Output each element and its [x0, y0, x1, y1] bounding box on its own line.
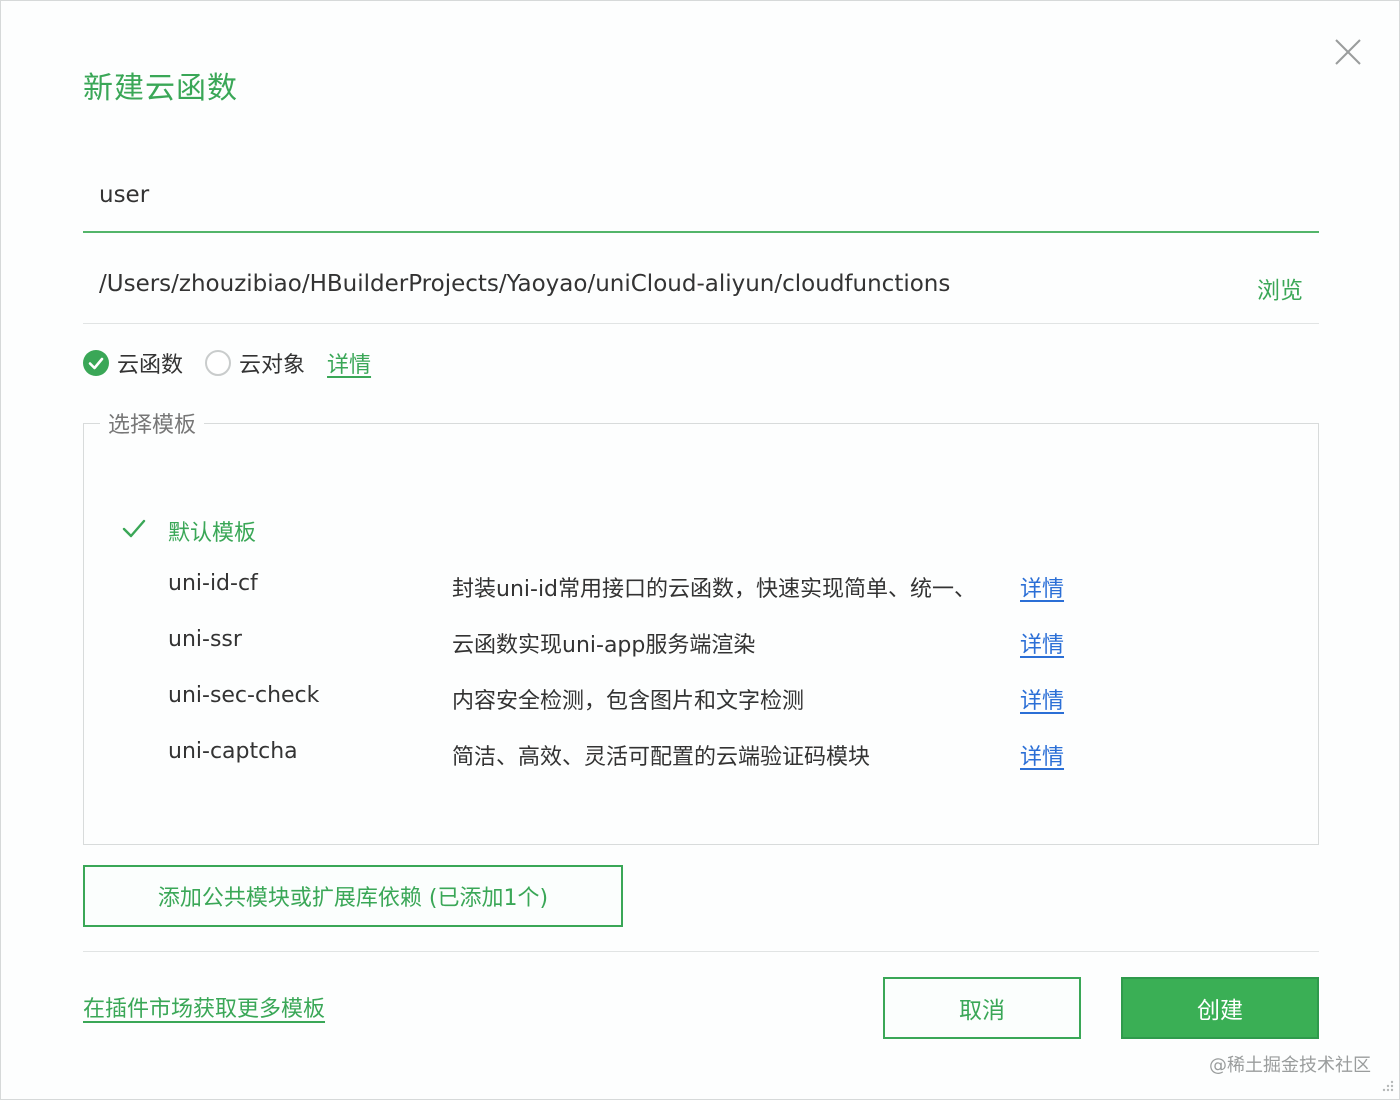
- template-name: uni-id-cf: [168, 571, 258, 596]
- radio-label: 云对象: [239, 353, 306, 378]
- create-button[interactable]: 创建: [1121, 977, 1319, 1039]
- cancel-button[interactable]: 取消: [883, 977, 1081, 1039]
- checkmark-icon: [120, 515, 148, 543]
- function-name-input[interactable]: [99, 177, 1299, 213]
- radio-empty-icon: [205, 350, 232, 376]
- template-group: 选择模板 默认模板 uni-id-cf 封装uni-id常用接口的云函数，快速实…: [83, 407, 1319, 845]
- path-text: /Users/zhouzibiao/HBuilderProjects/Yaoya…: [99, 271, 951, 297]
- template-name: 默认模板: [168, 521, 257, 546]
- template-row-uni-id-cf[interactable]: uni-id-cf 封装uni-id常用接口的云函数，快速实现简单、统一、 详情: [84, 563, 1320, 611]
- check-circle-icon: [83, 350, 109, 376]
- add-dependency-button[interactable]: 添加公共模块或扩展库依赖 (已添加1个): [83, 865, 623, 927]
- template-row-uni-ssr[interactable]: uni-ssr 云函数实现uni-app服务端渲染 详情: [84, 619, 1320, 667]
- radio-cloud-object[interactable]: 云对象: [205, 347, 305, 379]
- radio-cloud-function[interactable]: 云函数: [83, 347, 183, 379]
- dialog-title: 新建云函数: [83, 71, 238, 106]
- radio-label: 云函数: [117, 353, 184, 378]
- template-detail-link[interactable]: 详情: [1020, 571, 1064, 603]
- template-description: 云函数实现uni-app服务端渲染: [452, 633, 756, 658]
- template-description: 简洁、高效、灵活可配置的云端验证码模块: [452, 745, 871, 770]
- template-detail-link[interactable]: 详情: [1020, 627, 1064, 659]
- path-row: /Users/zhouzibiao/HBuilderProjects/Yaoya…: [83, 259, 1319, 324]
- template-detail-link[interactable]: 详情: [1020, 683, 1064, 715]
- resize-grip-icon[interactable]: [1379, 1079, 1395, 1095]
- function-name-field: [83, 163, 1319, 233]
- close-icon[interactable]: [1333, 37, 1363, 67]
- type-detail-link[interactable]: 详情: [327, 347, 371, 379]
- divider: [83, 951, 1319, 952]
- template-description: 封装uni-id常用接口的云函数，快速实现简单、统一、: [452, 577, 977, 602]
- template-row-uni-sec-check[interactable]: uni-sec-check 内容安全检测，包含图片和文字检测 详情: [84, 675, 1320, 723]
- browse-button[interactable]: 浏览: [1257, 271, 1303, 305]
- watermark: @稀土掘金技术社区: [1209, 1055, 1371, 1076]
- template-group-legend: 选择模板: [108, 413, 197, 438]
- template-name: uni-sec-check: [168, 683, 320, 708]
- new-cloud-function-dialog: 新建云函数 /Users/zhouzibiao/HBuilderProjects…: [0, 0, 1400, 1100]
- plugin-market-link[interactable]: 在插件市场获取更多模板: [83, 991, 325, 1023]
- template-description: 内容安全检测，包含图片和文字检测: [452, 689, 805, 714]
- template-name: uni-captcha: [168, 739, 298, 764]
- template-row-default[interactable]: 默认模板: [84, 507, 1320, 555]
- template-row-uni-captcha[interactable]: uni-captcha 简洁、高效、灵活可配置的云端验证码模块 详情: [84, 731, 1320, 779]
- template-detail-link[interactable]: 详情: [1020, 739, 1064, 771]
- function-type-selector: 云函数 云对象 详情: [83, 345, 371, 381]
- template-name: uni-ssr: [168, 627, 242, 652]
